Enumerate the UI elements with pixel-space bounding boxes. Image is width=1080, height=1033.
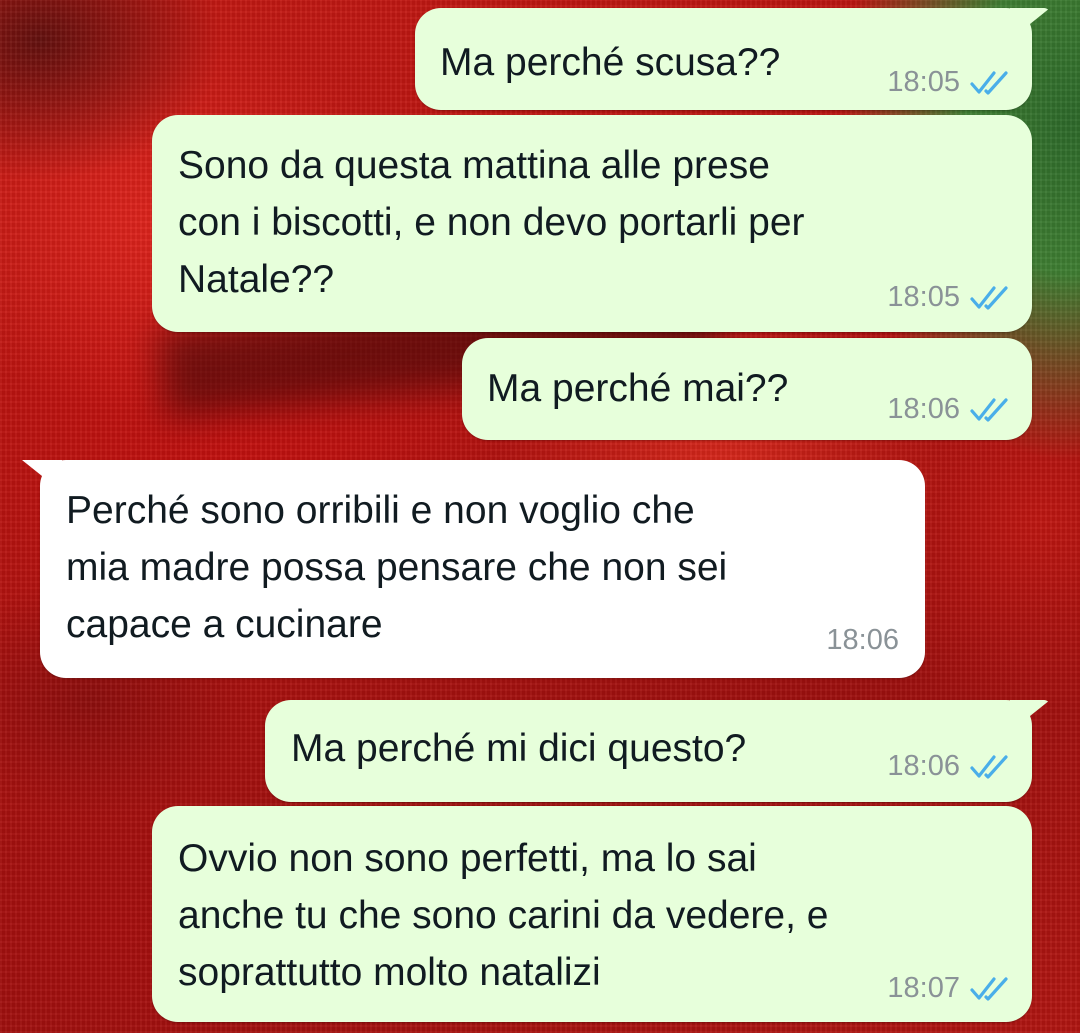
message-bubble-outgoing[interactable]: Ma perché scusa?? 18:05 — [415, 8, 1050, 110]
bubble-tail — [1010, 8, 1050, 40]
message-bubble-outgoing[interactable]: Ma perché mai?? 18:06 — [462, 338, 1032, 440]
double-check-blue-icon — [970, 755, 1008, 779]
double-check-blue-icon — [970, 398, 1008, 422]
message-bubble-outgoing[interactable]: Ma perché mi dici questo? 18:06 — [265, 700, 1050, 802]
double-check-blue-icon — [970, 286, 1008, 310]
message-bubble-outgoing[interactable]: Ovvio non sono perfetti, ma lo sai anche… — [152, 806, 1032, 1022]
message-time: 18:06 — [826, 624, 899, 656]
message-meta: 18:05 — [887, 281, 1014, 313]
message-text: Sono da questa mattina alle prese con i … — [178, 144, 805, 301]
message-bubble-incoming[interactable]: Perché sono orribili e non voglio che mi… — [22, 460, 925, 678]
message-meta: 18:05 — [887, 66, 1014, 98]
bubble-tail — [1010, 700, 1050, 732]
message-time: 18:05 — [887, 281, 960, 313]
message-time: 18:05 — [887, 66, 960, 98]
message-meta: 18:06 — [887, 393, 1014, 425]
message-time: 18:06 — [887, 750, 960, 782]
bubble-tail — [22, 460, 62, 492]
message-meta: 18:06 — [887, 750, 1014, 782]
double-check-blue-icon — [970, 977, 1008, 1001]
message-meta: 18:07 — [887, 972, 1014, 1004]
message-text: Ovvio non sono perfetti, ma lo sai anche… — [178, 837, 829, 994]
message-meta: 18:06 — [826, 624, 899, 656]
message-text: Ma perché mi dici questo? — [291, 727, 747, 770]
message-text: Ma perché mai?? — [487, 367, 789, 410]
message-text: Perché sono orribili e non voglio che mi… — [66, 489, 728, 646]
message-bubble-outgoing[interactable]: Sono da questa mattina alle prese con i … — [152, 115, 1032, 332]
double-check-blue-icon — [970, 71, 1008, 95]
message-text: Ma perché scusa?? — [440, 41, 781, 84]
message-time: 18:06 — [887, 393, 960, 425]
message-time: 18:07 — [887, 972, 960, 1004]
